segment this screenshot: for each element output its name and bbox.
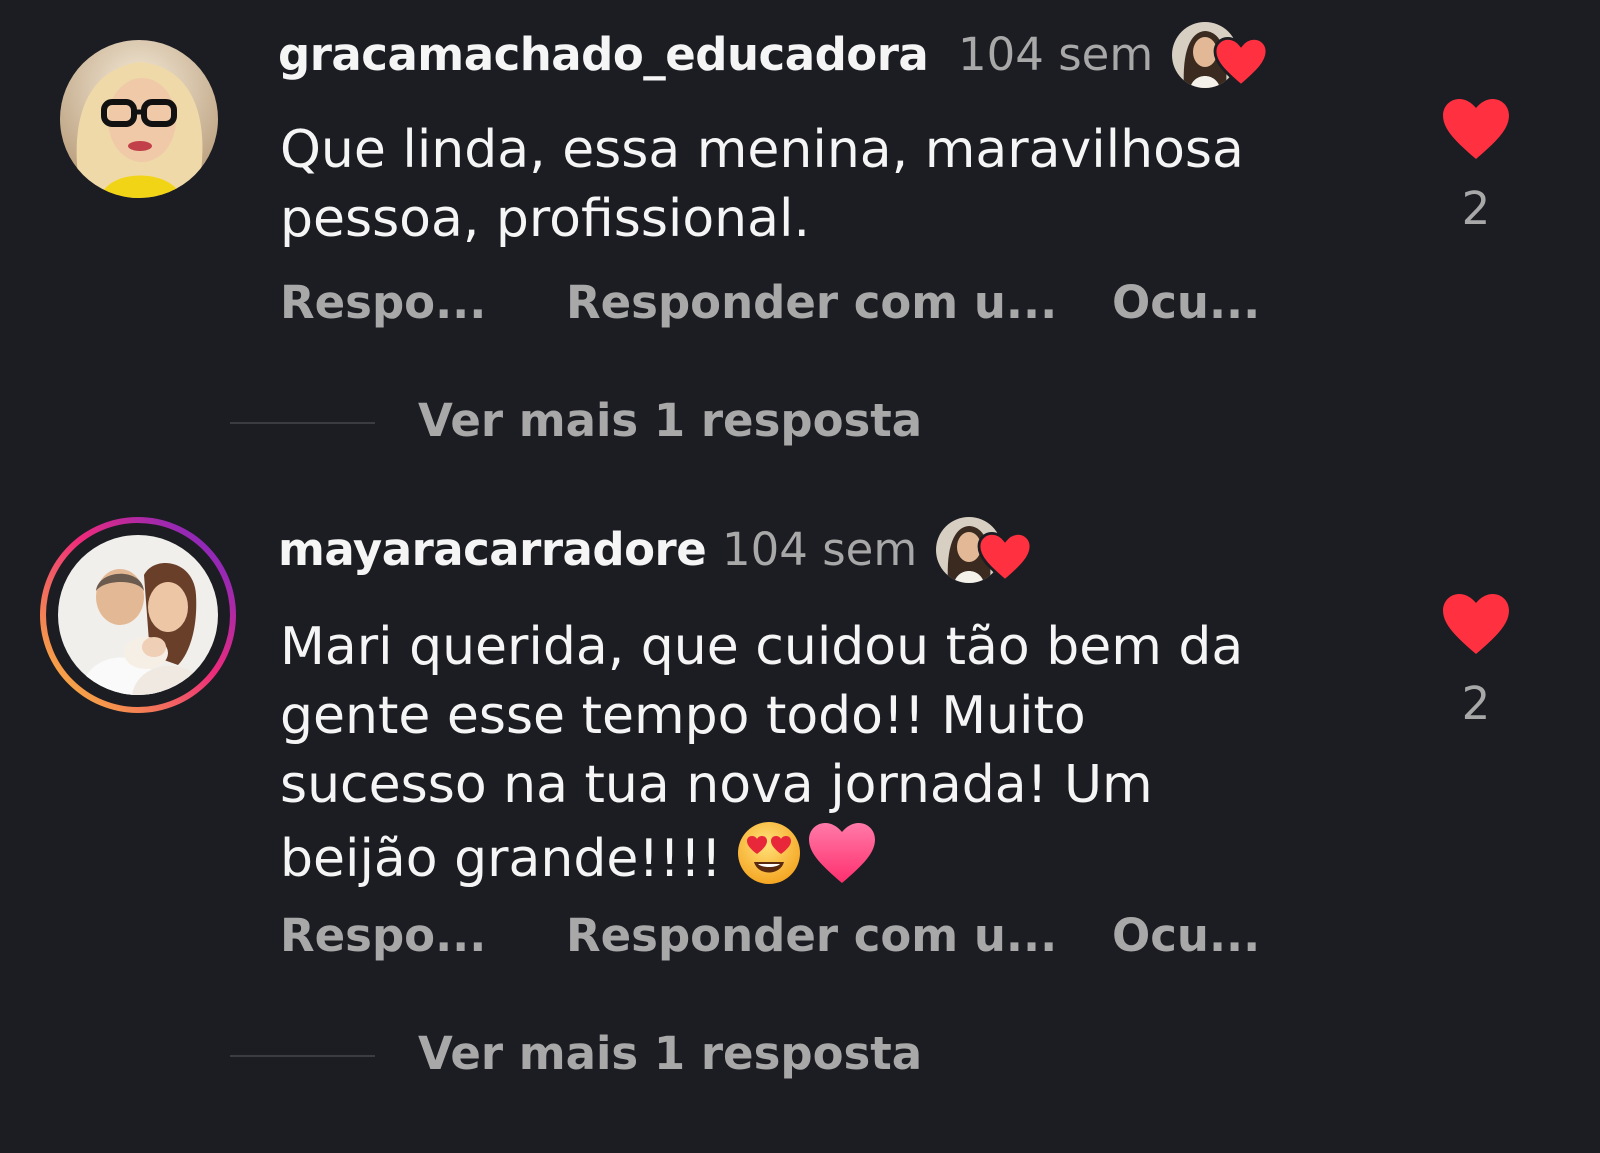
like-heart-icon[interactable] xyxy=(1440,591,1512,657)
timestamp: 104 sem xyxy=(958,28,1154,81)
like-count: 2 xyxy=(1461,182,1491,235)
username[interactable]: mayaracarradore xyxy=(278,523,707,576)
divider xyxy=(230,1055,375,1057)
user-photo xyxy=(60,40,218,198)
comment-text: Mari querida, que cuidou tão bem da gent… xyxy=(280,613,1400,904)
view-more-replies[interactable]: Ver mais 1 resposta xyxy=(230,1027,930,1087)
hide-button[interactable]: Ocu... xyxy=(1112,909,1260,962)
comment-line-text: beijão grande!!!! xyxy=(280,829,722,889)
comment-item: mayaracarradore 104 sem Mari querida, qu… xyxy=(0,505,1600,1153)
user-photo xyxy=(58,535,218,695)
avatar[interactable] xyxy=(60,40,218,198)
liked-by-author-badge xyxy=(1172,22,1269,92)
heart-icon xyxy=(1213,36,1269,88)
heart-icon xyxy=(977,531,1033,583)
reply-button[interactable]: Respo... xyxy=(280,276,486,329)
view-more-replies[interactable]: Ver mais 1 resposta xyxy=(230,394,930,454)
comment-line: Que linda, essa menina, maravilhosa xyxy=(280,120,1244,180)
view-more-replies-label: Ver mais 1 resposta xyxy=(418,1027,923,1080)
comment-line: Mari querida, que cuidou tão bem da xyxy=(280,617,1244,677)
comment-line: gente esse tempo todo!! Muito xyxy=(280,686,1086,746)
timestamp: 104 sem xyxy=(722,523,918,576)
reply-with-button[interactable]: Responder com u... xyxy=(566,276,1057,329)
reply-button[interactable]: Respo... xyxy=(280,909,486,962)
comment-line: sucesso na tua nova jornada! Um xyxy=(280,755,1153,815)
comment-item: gracamachado_educadora 104 sem Que linda… xyxy=(0,0,1600,500)
comment-line: beijão grande!!!! xyxy=(280,820,1400,904)
hide-button[interactable]: Ocu... xyxy=(1112,276,1260,329)
username[interactable]: gracamachado_educadora xyxy=(278,28,929,81)
heart-eyes-emoji-icon xyxy=(736,820,802,904)
liked-by-author-badge xyxy=(936,517,1033,587)
like-heart-icon[interactable] xyxy=(1440,96,1512,162)
view-more-replies-label: Ver mais 1 resposta xyxy=(418,394,923,447)
comment-text: Que linda, essa menina, maravilhosa pess… xyxy=(280,116,1400,254)
avatar[interactable] xyxy=(40,517,236,713)
comment-line: pessoa, profissional. xyxy=(280,189,810,249)
divider xyxy=(230,422,375,424)
pink-heart-emoji-icon xyxy=(806,820,878,904)
reply-with-button[interactable]: Responder com u... xyxy=(566,909,1057,962)
like-count: 2 xyxy=(1461,677,1491,730)
